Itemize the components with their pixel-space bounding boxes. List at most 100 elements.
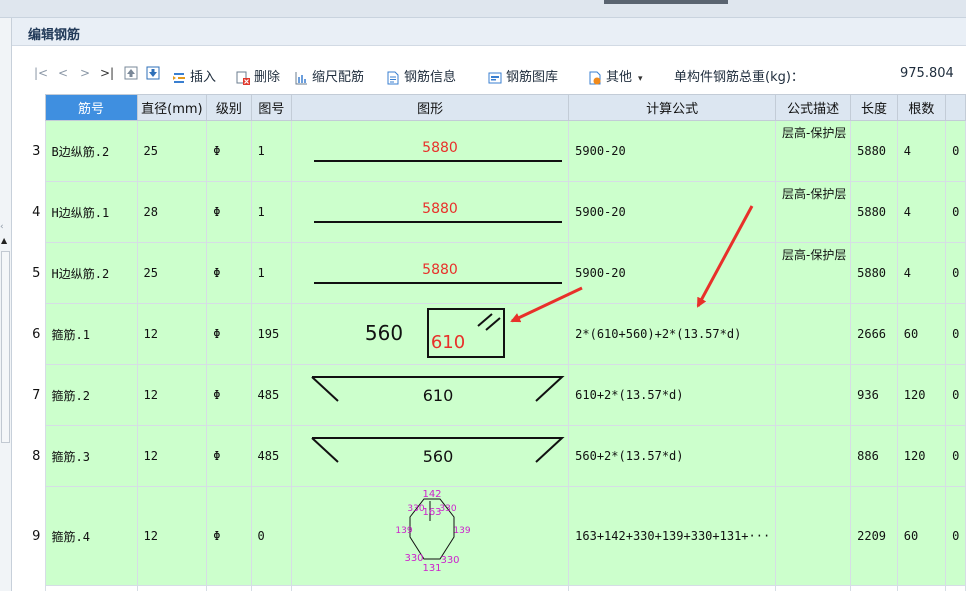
cell-length[interactable]: 2666 (850, 303, 898, 365)
cell-formula[interactable]: 5900-20 (568, 120, 777, 182)
table-row[interactable]: 9 箍筋.4 12 Φ 0 142 163 330 330 139 139 13… (28, 486, 966, 586)
cell-formula[interactable]: 560+2*(13.57*d) (568, 425, 777, 487)
cell-formula[interactable]: 163+142+330+139+330+131+··· (568, 486, 777, 586)
cell-figure-no[interactable]: 0 (250, 486, 293, 586)
last-record-button[interactable]: >| (100, 66, 114, 80)
cell-formula-desc[interactable] (775, 486, 852, 586)
empty-cell[interactable] (850, 585, 898, 591)
col-header-formula[interactable]: 计算公式 (568, 94, 777, 121)
cell-bar-name[interactable]: H边纵筋.2 (44, 242, 138, 304)
cell-diameter[interactable]: 25 (136, 120, 208, 182)
col-header-grade[interactable]: 级别 (206, 94, 252, 121)
cell-extra[interactable]: 0 (945, 364, 966, 426)
prev-record-button[interactable]: < (58, 66, 68, 80)
table-row[interactable]: 8 箍筋.3 12 Φ 485 560 560+2*(13.57*d) 886 … (28, 425, 966, 487)
cell-figure-no[interactable]: 195 (250, 303, 293, 365)
cell-diameter[interactable]: 12 (136, 303, 208, 365)
cell-formula-desc[interactable] (775, 425, 852, 487)
empty-cell[interactable] (568, 585, 777, 591)
col-header-diameter[interactable]: 直径(mm) (136, 94, 208, 121)
cell-extra[interactable]: 0 (945, 303, 966, 365)
cell-grade[interactable]: Φ (206, 303, 252, 365)
cell-count[interactable]: 4 (896, 181, 947, 243)
empty-cell[interactable] (291, 585, 570, 591)
cell-figure-no[interactable]: 1 (250, 120, 293, 182)
table-row[interactable]: 7 箍筋.2 12 Φ 485 610 610+2*(13.57*d) 936 … (28, 364, 966, 426)
empty-cell[interactable] (775, 585, 852, 591)
next-record-button[interactable]: > (80, 66, 90, 80)
cell-formula-desc[interactable] (775, 303, 852, 365)
cell-length[interactable]: 2209 (850, 486, 898, 586)
rebar-info-button[interactable]: 钢筋信息 (386, 66, 456, 85)
table-row[interactable]: 3 B边纵筋.2 25 Φ 1 5880 5900-20 层高-保护层 5880… (28, 120, 966, 182)
cell-bar-name[interactable]: H边纵筋.1 (44, 181, 138, 243)
cell-extra[interactable]: 0 (945, 120, 966, 182)
move-up-button[interactable] (124, 65, 142, 80)
cell-count[interactable]: 120 (896, 425, 947, 487)
cell-shape[interactable]: 5880 (291, 120, 570, 182)
insert-button[interactable]: 插入 (172, 66, 216, 85)
cell-formula-desc[interactable] (775, 364, 852, 426)
cell-count[interactable]: 60 (896, 486, 947, 586)
cell-grade[interactable]: Φ (206, 425, 252, 487)
cell-grade[interactable]: Φ (206, 364, 252, 426)
cell-formula[interactable]: 610+2*(13.57*d) (568, 364, 777, 426)
cell-count[interactable]: 120 (896, 364, 947, 426)
rebar-library-button[interactable]: 钢筋图库 (488, 66, 558, 85)
empty-cell[interactable] (945, 585, 966, 591)
table-row[interactable]: 6 箍筋.1 12 Φ 195 560 610 2*(610+560)+2*(1… (28, 303, 966, 365)
first-record-button[interactable]: |< (34, 66, 48, 80)
cell-figure-no[interactable]: 1 (250, 181, 293, 243)
cell-bar-name[interactable]: B边纵筋.2 (44, 120, 138, 182)
table-row-empty[interactable]: 10 (28, 585, 966, 591)
col-header-shape[interactable]: 图形 (291, 94, 570, 121)
cell-diameter[interactable]: 12 (136, 364, 208, 426)
delete-button[interactable]: 删除 (236, 66, 280, 85)
cell-formula[interactable]: 2*(610+560)+2*(13.57*d) (568, 303, 777, 365)
empty-cell[interactable] (250, 585, 293, 591)
col-header-formula-desc[interactable]: 公式描述 (775, 94, 852, 121)
empty-cell[interactable] (136, 585, 208, 591)
cell-length[interactable]: 5880 (850, 120, 898, 182)
cell-diameter[interactable]: 12 (136, 425, 208, 487)
move-down-button[interactable] (146, 65, 164, 80)
cell-grade[interactable]: Φ (206, 242, 252, 304)
cell-bar-name[interactable]: 箍筋.4 (44, 486, 138, 586)
scale-rebar-button[interactable]: 缩尺配筋 (294, 66, 364, 85)
cell-count[interactable]: 60 (896, 303, 947, 365)
cell-bar-name[interactable]: 箍筋.2 (44, 364, 138, 426)
cell-extra[interactable]: 0 (945, 486, 966, 586)
cell-count[interactable]: 4 (896, 242, 947, 304)
empty-cell[interactable] (206, 585, 252, 591)
collapse-left-icon[interactable]: ‹ (0, 222, 4, 232)
empty-cell[interactable] (44, 585, 138, 591)
cell-grade[interactable]: Φ (206, 181, 252, 243)
empty-cell[interactable] (896, 585, 947, 591)
col-header-extra[interactable] (945, 94, 966, 121)
cell-figure-no[interactable]: 1 (250, 242, 293, 304)
cell-extra[interactable]: 0 (945, 242, 966, 304)
cell-shape[interactable]: 560 610 (291, 303, 570, 365)
col-header-count[interactable]: 根数 (896, 94, 947, 121)
table-row[interactable]: 5 H边纵筋.2 25 Φ 1 5880 5900-20 层高-保护层 5880… (28, 242, 966, 304)
scroll-up-icon[interactable]: ▲ (1, 236, 7, 245)
cell-extra[interactable]: 0 (945, 425, 966, 487)
cell-bar-name[interactable]: 箍筋.1 (44, 303, 138, 365)
cell-grade[interactable]: Φ (206, 486, 252, 586)
cell-figure-no[interactable]: 485 (250, 425, 293, 487)
cell-length[interactable]: 936 (850, 364, 898, 426)
cell-shape[interactable]: 5880 (291, 181, 570, 243)
cell-shape[interactable]: 560 (291, 425, 570, 487)
cell-length[interactable]: 5880 (850, 242, 898, 304)
cell-shape[interactable]: 610 (291, 364, 570, 426)
cell-bar-name[interactable]: 箍筋.3 (44, 425, 138, 487)
other-dropdown[interactable]: 其他 ▾ (588, 66, 643, 85)
cell-formula-desc[interactable]: 层高-保护层 (775, 242, 852, 304)
col-header-bar-no[interactable]: 筋号 (44, 94, 138, 121)
cell-extra[interactable]: 0 (945, 181, 966, 243)
cell-length[interactable]: 5880 (850, 181, 898, 243)
cell-formula[interactable]: 5900-20 (568, 181, 777, 243)
cell-shape[interactable]: 5880 (291, 242, 570, 304)
cell-count[interactable]: 4 (896, 120, 947, 182)
vertical-scrollbar[interactable] (1, 251, 10, 443)
